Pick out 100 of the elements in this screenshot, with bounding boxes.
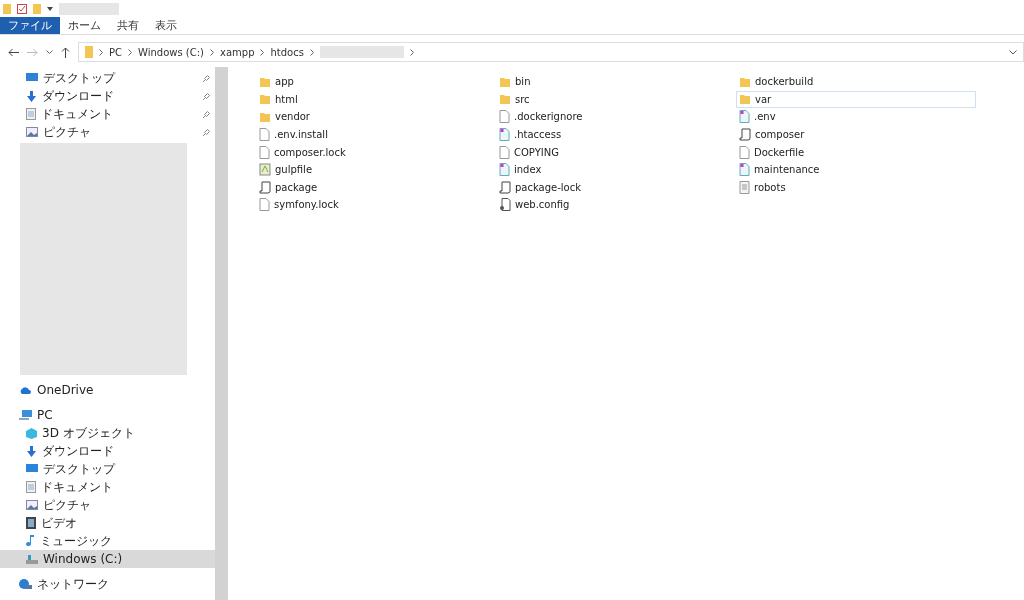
desktop-icon <box>26 73 38 83</box>
redacted-block <box>59 2 119 15</box>
folder-icon <box>259 93 271 106</box>
ribbon-tab[interactable]: ホーム <box>60 17 109 34</box>
address-bar[interactable]: PC Windows (C:) xampp htdocs <box>78 42 1024 62</box>
breadcrumb[interactable]: xampp <box>220 46 255 58</box>
file-icon <box>259 198 270 212</box>
chevron-right-icon <box>409 48 414 56</box>
folder-icon <box>259 75 271 88</box>
web-file-icon <box>499 163 510 177</box>
folder-icon <box>739 75 751 88</box>
file-item[interactable]: composer.lock <box>256 143 496 161</box>
sidebar-item[interactable]: デスクトップ <box>0 460 215 478</box>
file-item[interactable]: composer <box>736 125 976 144</box>
folder-icon <box>499 93 511 106</box>
checklist-icon[interactable] <box>17 3 27 14</box>
file-item[interactable]: Dockerfile <box>736 143 976 161</box>
file-item[interactable]: vendor <box>256 108 496 126</box>
drive-icon <box>26 554 38 564</box>
sidebar-item[interactable]: デスクトップ <box>0 69 215 87</box>
pin-icon[interactable] <box>203 92 211 100</box>
scrollbar[interactable] <box>215 67 228 600</box>
file-item[interactable]: symfony.lock <box>256 196 496 214</box>
chevron-right-icon <box>260 48 265 56</box>
sidebar-item[interactable]: ネットワーク <box>0 575 215 593</box>
computer-icon <box>19 410 32 420</box>
script-file-icon <box>499 180 511 194</box>
file-icon <box>739 145 750 159</box>
sidebar-item[interactable]: ピクチャ <box>0 123 215 141</box>
pin-icon[interactable] <box>203 128 211 136</box>
file-item[interactable]: index <box>496 160 736 179</box>
file-item[interactable]: package-lock <box>496 178 736 197</box>
file-item[interactable]: .env <box>736 108 976 126</box>
file-item[interactable]: .env.install <box>256 125 496 144</box>
file-item[interactable]: web.config <box>496 196 736 214</box>
chevron-right-icon <box>210 48 214 56</box>
sidebar-item[interactable]: ピクチャ <box>0 496 215 514</box>
file-icon <box>259 145 270 159</box>
web-file-icon <box>739 163 750 177</box>
breadcrumb[interactable]: Windows (C:) <box>138 46 204 58</box>
network-icon <box>19 579 32 589</box>
picture-icon <box>26 500 38 510</box>
up-arrow-icon[interactable] <box>61 46 70 58</box>
chevron-down-icon[interactable] <box>46 49 53 55</box>
download-icon <box>26 445 37 457</box>
sidebar-item[interactable]: Windows (C:) <box>0 550 215 568</box>
ribbon-tab[interactable]: ファイル <box>0 17 60 34</box>
breadcrumb[interactable]: PC <box>109 46 122 58</box>
script-file-icon <box>259 180 271 194</box>
sidebar-item[interactable]: OneDrive <box>0 381 215 399</box>
file-item[interactable]: src <box>496 90 736 109</box>
forward-arrow-icon[interactable] <box>27 47 38 57</box>
file-item[interactable]: .dockerignore <box>496 108 736 126</box>
file-item[interactable]: package <box>256 178 496 197</box>
chevron-right-icon <box>309 48 314 56</box>
folder-icon <box>85 46 93 58</box>
pin-icon[interactable] <box>203 74 211 82</box>
file-icon <box>499 110 510 124</box>
chevron-down-icon[interactable] <box>1009 49 1017 55</box>
sidebar-item[interactable]: ダウンロード <box>0 442 215 460</box>
web-file-icon <box>499 128 510 142</box>
script-file-icon <box>259 163 271 177</box>
sidebar-item[interactable]: ビデオ <box>0 514 215 532</box>
sidebar-item[interactable]: ミュージック <box>0 532 215 550</box>
file-item[interactable]: app <box>256 73 496 91</box>
chevron-right-icon <box>99 48 103 56</box>
file-item[interactable]: dockerbuild <box>736 73 976 91</box>
chevron-right-icon <box>128 48 132 56</box>
sidebar-item[interactable]: ドキュメント <box>0 478 215 496</box>
dropdown-icon[interactable] <box>47 6 53 11</box>
file-icon <box>499 145 510 159</box>
file-item[interactable]: gulpfile <box>256 160 496 179</box>
download-icon <box>26 90 37 102</box>
cube-icon <box>26 427 37 439</box>
file-item[interactable]: .htaccess <box>496 125 736 144</box>
cloud-icon <box>19 386 32 394</box>
file-item[interactable]: html <box>256 90 496 109</box>
ribbon-tab[interactable]: 共有 <box>109 17 147 34</box>
breadcrumb[interactable]: htdocs <box>270 46 304 58</box>
folder-icon <box>259 111 271 123</box>
back-arrow-icon[interactable] <box>8 47 19 57</box>
file-item[interactable]: robots <box>736 178 976 197</box>
config-file-icon <box>499 198 511 212</box>
script-file-icon <box>739 128 751 142</box>
sidebar-item[interactable]: ドキュメント <box>0 105 215 123</box>
ribbon-tab[interactable]: 表示 <box>147 17 185 34</box>
document-icon <box>26 481 36 493</box>
folder-icon <box>739 93 751 106</box>
sidebar-item[interactable]: PC <box>0 406 215 424</box>
file-item[interactable]: bin <box>496 73 736 91</box>
folder-icon <box>499 75 511 88</box>
sidebar-item[interactable]: 3D オブジェクト <box>0 424 215 442</box>
file-item[interactable]: COPYING <box>496 143 736 161</box>
sidebar-item[interactable]: ダウンロード <box>0 87 215 105</box>
text-file-icon <box>739 180 750 194</box>
film-icon <box>26 517 36 529</box>
file-item[interactable]: var <box>736 90 976 109</box>
pin-icon[interactable] <box>203 110 211 118</box>
file-item[interactable]: maintenance <box>736 160 976 179</box>
document-icon <box>26 108 36 120</box>
